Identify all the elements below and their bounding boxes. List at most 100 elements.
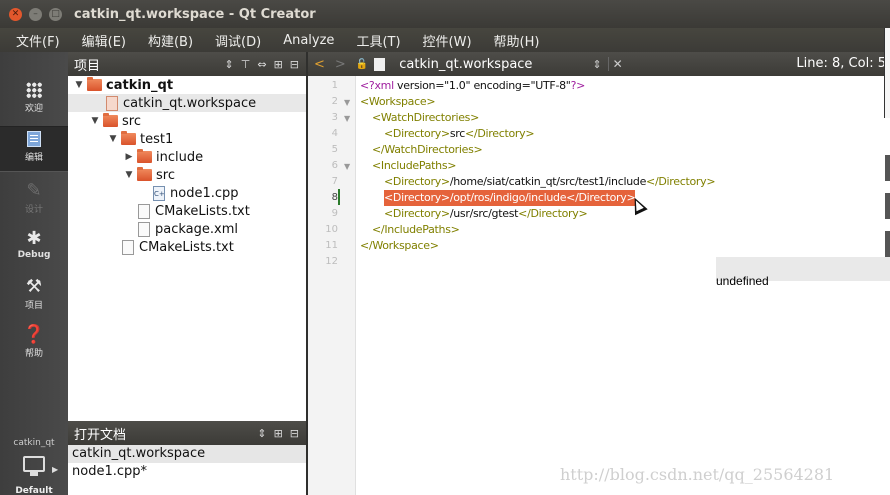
- mode-label: 帮助: [24, 349, 43, 359]
- kit-selector-monitor-icon[interactable]: [23, 456, 45, 476]
- expand-arrow-icon[interactable]: ▼: [108, 134, 118, 144]
- line-number: 6: [331, 160, 338, 171]
- expand-arrow-icon[interactable]: ▼: [124, 170, 134, 180]
- code-line: <Workspace>: [360, 95, 436, 108]
- expand-arrow-icon[interactable]: ▼: [74, 80, 84, 90]
- maximize-window-button[interactable]: □: [49, 7, 62, 21]
- code-line: <?xml version="1.0" encoding="UTF-8"?>: [360, 79, 586, 92]
- overlay-text: undefined: [716, 274, 769, 288]
- file-icon: [138, 221, 150, 237]
- code-line: </IncludePaths>: [372, 223, 460, 236]
- code-line: </Workspace>: [360, 239, 439, 252]
- wrench-icon: ⚒: [25, 276, 43, 297]
- spinner-icon[interactable]: ⇕: [592, 58, 601, 71]
- split-icon[interactable]: ⊞: [274, 58, 283, 71]
- cursor-position[interactable]: Line: 8, Col: 5: [796, 56, 886, 71]
- close-document-icon[interactable]: ✕: [607, 57, 623, 71]
- kit-config-label: Default: [15, 486, 53, 495]
- projects-panel-title[interactable]: 项目: [74, 55, 225, 74]
- right-edge-bar: [885, 193, 890, 219]
- mode-welcome[interactable]: 欢迎: [0, 78, 68, 124]
- code-editor[interactable]: <?xml version="1.0" encoding="UTF-8"?> <…: [356, 76, 890, 495]
- menu-edit[interactable]: 编辑(E): [78, 31, 130, 50]
- mode-help[interactable]: ❓ 帮助: [0, 320, 68, 366]
- mode-label: 欢迎: [24, 104, 43, 114]
- line-number: 10: [325, 224, 338, 235]
- folder-icon: [121, 131, 136, 145]
- minimize-window-button[interactable]: –: [29, 7, 42, 21]
- close-panel-icon[interactable]: ⊟: [290, 427, 299, 440]
- title-bar: ✕ – □ catkin_qt.workspace - Qt Creator: [0, 0, 890, 28]
- collapse-arrow-icon[interactable]: ▶: [124, 152, 134, 162]
- mode-projects[interactable]: ⚒ 项目: [0, 272, 68, 318]
- mode-debug[interactable]: ✱ Debug: [0, 224, 68, 270]
- lock-icon: 🔓: [355, 58, 369, 70]
- line-number: 5: [331, 144, 338, 155]
- help-icon: ❓: [22, 324, 46, 345]
- close-panel-icon[interactable]: ⊟: [290, 58, 299, 71]
- mode-sidebar: 欢迎 编辑 ✎ 设计 ✱ Debug ⚒ 项目 ❓ 帮助 catkin_qt ▶…: [0, 52, 68, 495]
- editor-toolbar: < > 🔓 catkin_qt.workspace ⇕ ✕ Line: 8, C…: [308, 52, 890, 76]
- spinner-icon[interactable]: ⇕: [257, 427, 266, 440]
- code-line: <Directory>src</Directory>: [384, 127, 535, 140]
- project-tree: ▼ catkin_qt catkin_qt.workspace ▼ src ▼ …: [68, 76, 306, 420]
- mode-label: Debug: [17, 250, 51, 260]
- line-number: 12: [325, 256, 338, 267]
- open-doc-item[interactable]: catkin_qt.workspace: [68, 445, 306, 463]
- menu-help[interactable]: 帮助(H): [490, 31, 544, 50]
- current-line-marker: [338, 189, 340, 205]
- menu-build[interactable]: 构建(B): [144, 31, 197, 50]
- grid-icon: [26, 82, 42, 98]
- fold-marker-icon[interactable]: ▼: [344, 114, 350, 123]
- menu-tools[interactable]: 工具(T): [352, 31, 404, 50]
- menu-bar: 文件(F) 编辑(E) 构建(B) 调试(D) Analyze 工具(T) 控件…: [0, 28, 890, 52]
- code-line: <IncludePaths>: [372, 159, 457, 172]
- right-edge-bar: [885, 155, 890, 181]
- tree-item-cmakelists[interactable]: CMakeLists.txt: [68, 238, 306, 256]
- spinner-icon[interactable]: ⇕: [225, 58, 234, 71]
- watermark: http://blog.csdn.net/qq_25564281: [560, 465, 835, 484]
- menu-analyze[interactable]: Analyze: [279, 33, 338, 48]
- menu-file[interactable]: 文件(F): [12, 31, 64, 50]
- link-icon[interactable]: ⇔: [257, 58, 266, 71]
- document-icon: [374, 57, 386, 71]
- back-arrow-icon[interactable]: <: [314, 57, 325, 72]
- kit-project-name: catkin_qt: [13, 438, 55, 448]
- line-number-current: 8: [331, 192, 338, 203]
- split-icon[interactable]: ⊞: [274, 427, 283, 440]
- projects-panel-header: 项目 ⇕ ⊤ ⇔ ⊞ ⊟: [68, 52, 306, 76]
- folder-icon: [87, 77, 102, 91]
- tree-item-src-inner[interactable]: ▼ src: [68, 166, 306, 184]
- code-line: </WatchDirectories>: [372, 143, 483, 156]
- fold-marker-icon[interactable]: ▼: [344, 98, 350, 107]
- close-window-button[interactable]: ✕: [9, 7, 22, 21]
- cpp-file-icon: C+: [153, 185, 165, 201]
- tree-item-include[interactable]: ▶ include: [68, 148, 306, 166]
- expand-arrow-icon[interactable]: ▼: [90, 116, 100, 126]
- open-doc-item[interactable]: node1.cpp*: [68, 463, 306, 481]
- tree-item-test1[interactable]: ▼ test1: [68, 130, 306, 148]
- line-number: 7: [331, 176, 338, 187]
- fold-marker-icon[interactable]: ▼: [344, 162, 350, 171]
- window-title: catkin_qt.workspace - Qt Creator: [74, 6, 316, 22]
- folder-icon: [103, 113, 118, 127]
- tree-item-cmakelists-inner[interactable]: CMakeLists.txt: [68, 202, 306, 220]
- line-number: 4: [331, 128, 338, 139]
- tree-item-catkin-qt[interactable]: ▼ catkin_qt: [68, 76, 306, 94]
- menu-debug[interactable]: 调试(D): [211, 31, 265, 50]
- filter-icon[interactable]: ⊤: [241, 58, 251, 71]
- tree-item-src[interactable]: ▼ src: [68, 112, 306, 130]
- mode-label: 编辑: [24, 153, 43, 163]
- folder-icon: [137, 149, 152, 163]
- line-number: 11: [325, 240, 338, 251]
- tree-item-package-xml[interactable]: package.xml: [68, 220, 306, 238]
- menu-widgets[interactable]: 控件(W): [419, 31, 476, 50]
- forward-arrow-icon[interactable]: >: [335, 57, 346, 72]
- tree-item-workspace-file[interactable]: catkin_qt.workspace: [68, 94, 306, 112]
- editor-file-name[interactable]: catkin_qt.workspace: [399, 57, 532, 72]
- mode-edit[interactable]: 编辑: [0, 126, 68, 172]
- bug-icon: ✱: [26, 228, 42, 249]
- kit-arrow-icon[interactable]: ▶: [52, 465, 58, 474]
- tree-item-node1-cpp[interactable]: C+ node1.cpp: [68, 184, 306, 202]
- code-line: <WatchDirectories>: [372, 111, 480, 124]
